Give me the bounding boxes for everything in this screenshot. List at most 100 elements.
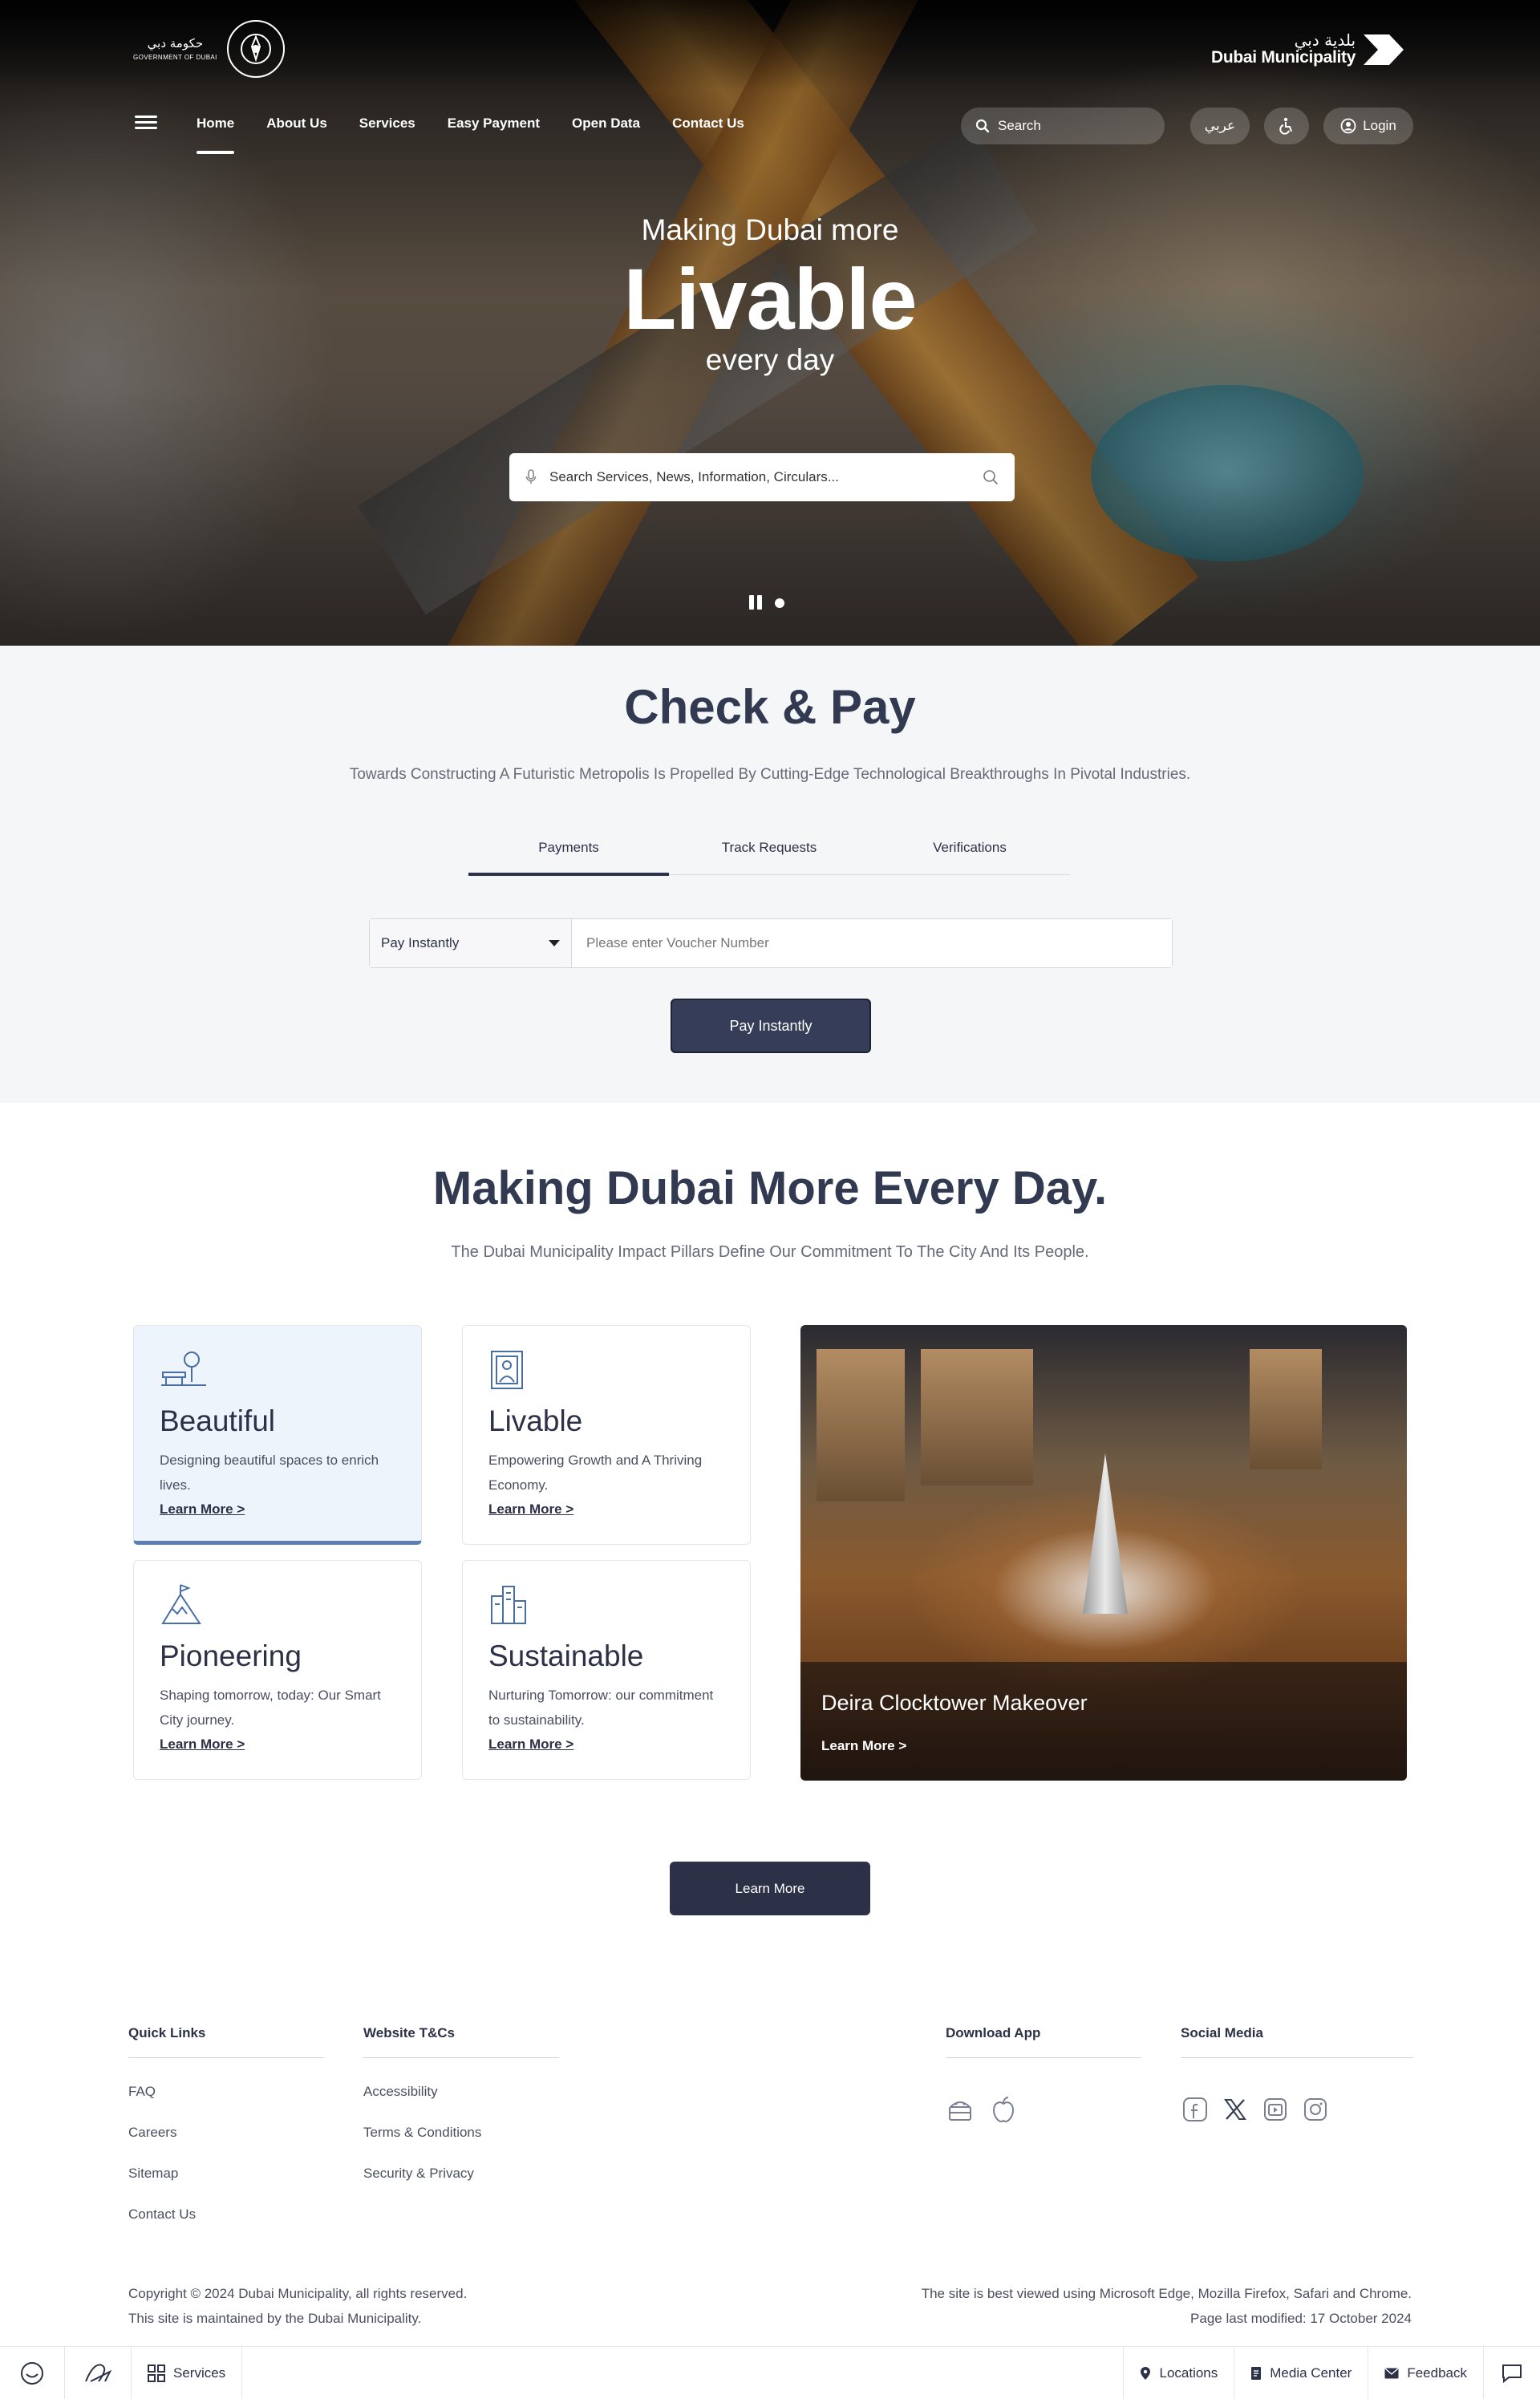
feature-learn-more-link[interactable]: Learn More > [821,1738,906,1753]
footer-link-careers[interactable]: Careers [128,2125,324,2166]
footer-social-media: Social Media [1181,2025,1413,2124]
footer-heading: Website T&Cs [363,2025,559,2058]
location-pin-icon [1141,2366,1151,2380]
instagram-icon[interactable] [1301,2095,1330,2124]
pillar-title: Livable [488,1404,583,1437]
footer-link-contact-us[interactable]: Contact Us [128,2207,324,2247]
tree-bench-icon [161,1351,206,1386]
tab-payments[interactable]: Payments [468,830,669,876]
header-search-field[interactable]: Search [961,107,1165,144]
search-icon[interactable] [983,469,999,485]
x-icon[interactable] [1221,2095,1250,2124]
chat-button[interactable] [1483,2346,1540,2399]
footer-heading: Quick Links [128,2025,324,2058]
footer-link-faq[interactable]: FAQ [128,2084,324,2125]
locations-label: Locations [1159,2365,1218,2381]
browser-support-line: The site is best viewed using Microsoft … [921,2286,1412,2301]
nav-open-data[interactable]: Open Data [572,115,640,156]
making-dubai-description: The Dubai Municipality Impact Pillars De… [451,1243,1089,1261]
user-circle-icon [1340,118,1356,134]
feature-card-deira-clocktower[interactable]: Deira Clocktower Makeover Learn More > [800,1325,1407,1781]
mountain-flag-icon [161,1584,201,1624]
feature-image-building [817,1349,905,1501]
last-modified-line: Page last modified: 17 October 2024 [1190,2311,1412,2327]
facebook-icon[interactable] [1181,2095,1210,2124]
dubai-logo-button[interactable] [65,2346,132,2399]
feature-image-building [921,1349,1033,1485]
footer-website-terms: Website T&Cs Accessibility Terms & Condi… [363,2025,559,2207]
nav-contact-us[interactable]: Contact Us [672,115,744,156]
pause-icon[interactable] [748,595,764,611]
nav-home[interactable]: Home [197,115,235,156]
pay-instantly-button[interactable]: Pay Instantly [671,999,871,1053]
feature-caption: Deira Clocktower Makeover Learn More > [800,1662,1407,1781]
check-pay-tabs: Payments Track Requests Verifications [468,830,1070,876]
hero-search-input[interactable] [549,469,970,485]
copyright-text: Copyright © 2024 Dubai Municipality, all… [128,2281,467,2332]
nav-services[interactable]: Services [359,115,415,156]
government-of-dubai-logo[interactable]: حكومة دبي GOVERNMENT OF DUBAI [133,18,290,80]
feedback-button[interactable]: Feedback [1368,2346,1483,2399]
footer-link-security-privacy[interactable]: Security & Privacy [363,2166,559,2207]
nav-about-us[interactable]: About Us [266,115,327,156]
menu-bar [135,121,157,124]
voucher-number-input[interactable] [572,919,1172,967]
pillar-title: Beautiful [160,1404,275,1437]
pillar-title: Pioneering [160,1639,302,1672]
media-center-button[interactable]: Media Center [1234,2346,1368,2399]
gov-logo-arabic: حكومة دبي [147,36,204,51]
footer-link-terms[interactable]: Terms & Conditions [363,2125,559,2166]
pillar-card-livable[interactable]: Livable Empowering Growth and A Thriving… [462,1325,751,1545]
youtube-icon[interactable] [1261,2095,1290,2124]
feature-title: Deira Clocktower Makeover [821,1691,1088,1715]
android-icon[interactable] [946,2095,975,2124]
dm-arrow-icon [1364,34,1404,65]
pillar-learn-more-link[interactable]: Learn More > [160,1736,245,1753]
carousel-dot[interactable] [775,598,784,608]
tab-track-requests[interactable]: Track Requests [669,830,869,874]
smile-feedback-button[interactable] [0,2346,65,2399]
dubai-municipality-logo[interactable]: بلدية دبي Dubai Municipality [1211,27,1413,72]
pillar-description: Nurturing Tomorrow: our commitment to su… [488,1688,714,1728]
apple-icon[interactable] [989,2095,1018,2124]
person-frame-icon [491,1351,523,1389]
smile-icon [21,2361,43,2385]
login-button[interactable]: Login [1323,107,1413,144]
footer-link-sitemap[interactable]: Sitemap [128,2166,324,2207]
bottom-toolbar: Services Locations Media Center Feedback [0,2346,1540,2399]
pillar-learn-more-link[interactable]: Learn More > [488,1501,573,1518]
nav-easy-payment[interactable]: Easy Payment [448,115,540,156]
payment-type-value: Pay Instantly [381,935,460,950]
emblem-icon [226,20,285,78]
hero-line-one: Making Dubai more [641,213,899,246]
check-and-pay-section: Check & Pay Towards Constructing A Futur… [0,646,1540,1103]
search-icon [975,119,990,133]
hero-highlight-word: Livable [623,250,917,347]
footer-quick-links: Quick Links FAQ Careers Sitemap Contact … [128,2025,324,2247]
learn-more-button[interactable]: Learn More [670,1862,870,1915]
tab-verifications[interactable]: Verifications [869,830,1070,874]
pillar-learn-more-link[interactable]: Learn More > [160,1501,245,1518]
pillar-title: Sustainable [488,1639,644,1672]
footer-heading: Download App [946,2025,1141,2058]
pause-bar [749,595,754,610]
hamburger-menu-button[interactable] [135,112,157,135]
pillar-description: Shaping tomorrow, today: Our Smart City … [160,1688,381,1728]
pillar-card-sustainable[interactable]: Sustainable Nurturing Tomorrow: our comm… [462,1560,751,1780]
hero-search-bar [509,453,1015,501]
services-button[interactable]: Services [132,2346,243,2399]
dm-logo-english: Dubai Municipality [1211,48,1356,67]
microphone-icon[interactable] [525,469,537,485]
grid-icon [148,2364,165,2382]
accessibility-button[interactable] [1264,107,1309,144]
locations-button[interactable]: Locations [1123,2346,1234,2399]
pillar-card-beautiful[interactable]: Beautiful Designing beautiful spaces to … [133,1325,422,1545]
footer-link-accessibility[interactable]: Accessibility [363,2084,559,2125]
payment-type-select[interactable]: Pay Instantly [370,919,572,967]
pillar-learn-more-link[interactable]: Learn More > [488,1736,573,1753]
copyright-line: Copyright © 2024 Dubai Municipality, all… [128,2286,468,2301]
language-toggle-button[interactable]: عربي [1190,107,1250,144]
menu-bar [135,115,157,118]
caret-down-icon [549,940,560,946]
pillar-card-pioneering[interactable]: Pioneering Shaping tomorrow, today: Our … [133,1560,422,1780]
